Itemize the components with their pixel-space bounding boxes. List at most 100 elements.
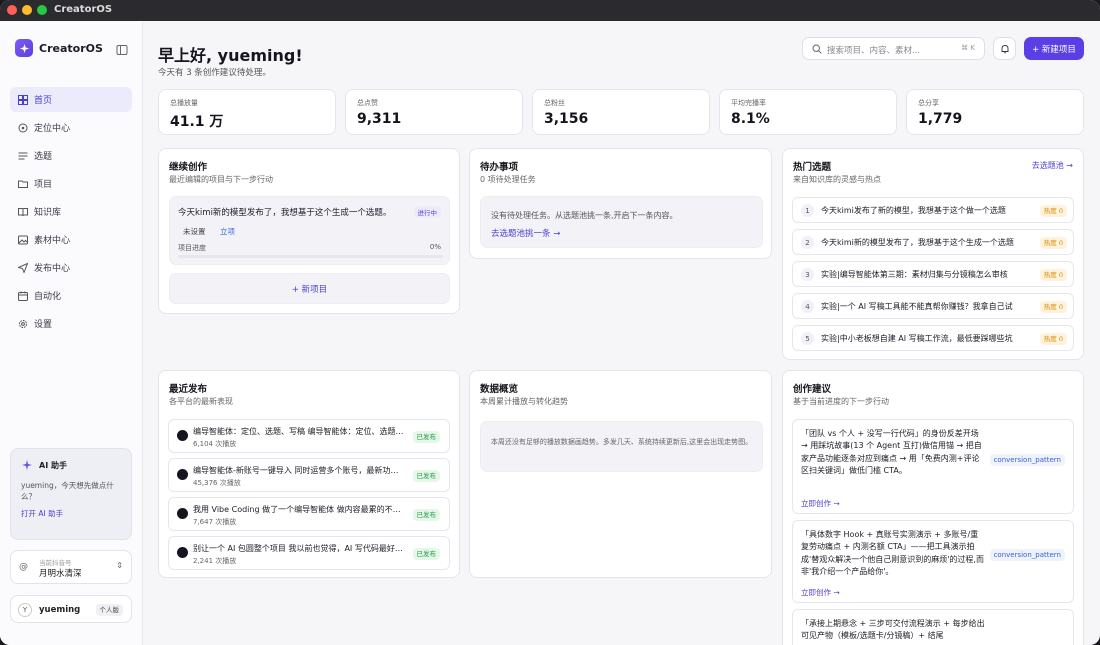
avatar: Y — [18, 603, 32, 617]
stat-card: 总粉丝 3,156 — [532, 89, 710, 135]
ai-assistant-card: AI 助手 yueming，今天想先做点什么？ 打开 AI 助手 — [10, 448, 132, 540]
list-item[interactable]: 编导智能体-新账号一键导入 同时运营多个账号，最新功能上线 45,376 次播放… — [168, 458, 450, 492]
list-item[interactable]: 别让一个 AI 包圆整个项目 我以前也觉得，AI 写代码最好一步到位 2,241… — [168, 536, 450, 570]
notifications-button[interactable] — [993, 37, 1016, 60]
stat-label: 总点赞 — [357, 99, 378, 107]
project-stage: 立项 — [220, 227, 235, 236]
nav-item-label: 设置 — [34, 320, 53, 330]
send-icon — [18, 262, 28, 273]
nav-item-publish[interactable]: 发布中心 — [10, 255, 132, 280]
rank-number: 4 — [801, 300, 814, 313]
rank-number: 3 — [801, 268, 814, 281]
stat-card: 平均完播率 8.1% — [719, 89, 897, 135]
stat-value: 3,156 — [544, 111, 589, 127]
home-icon — [18, 94, 28, 105]
stat-label: 总粉丝 — [544, 99, 565, 107]
image-icon — [18, 235, 28, 244]
sidebar: CreatorOS 首页 定位中心 选题 项目 知识库 素材中心 发布中心 自动… — [0, 21, 143, 645]
heat-badge: 热度 0 — [1039, 269, 1067, 281]
stat-value: 1,779 — [918, 111, 963, 127]
nav-item-label: 定位中心 — [34, 124, 71, 134]
new-project-button[interactable]: + 新建项目 — [1024, 37, 1084, 60]
topic-title: 实验|中小老板想自建 AI 写稿工作流，最低要踩哪些坑 — [821, 334, 1013, 343]
target-icon — [18, 123, 28, 132]
todo-empty-state: 没有待处理任务。从选题池挑一条,开启下一条内容。 去选题池挑一条 → — [480, 196, 763, 248]
list-item[interactable]: 编导智能体：定位、选题、写稿 编导智能体：定位、选题、写稿 6,104 次播放 … — [168, 419, 450, 453]
panel-title: 待办事项 — [480, 162, 519, 173]
stat-value: 9,311 — [357, 111, 402, 127]
topic-title: 今天kimi新的模型发布了，我想基于这个生成一个选题 — [821, 238, 1014, 247]
play-count: 2,241 次播放 — [193, 557, 237, 565]
nav-item-label: 自动化 — [34, 292, 62, 302]
user-card[interactable]: Y yueming 个人版 — [10, 595, 132, 623]
minimize-window-button[interactable] — [22, 5, 32, 15]
panel-subtitle: 各平台的最新表现 — [169, 397, 233, 406]
gear-icon — [19, 319, 27, 328]
heat-badge: 热度 0 — [1039, 237, 1067, 249]
play-count: 7,647 次播放 — [193, 518, 237, 526]
heat-badge: 热度 0 — [1039, 301, 1067, 313]
app-window: CreatorOS CreatorOS 首页 定位中心 选题 项目 知识库 素材… — [0, 0, 1100, 645]
maximize-window-button[interactable] — [37, 5, 47, 15]
nav-item-automation[interactable]: 自动化 — [10, 283, 132, 308]
panel-title: 创作建议 — [793, 384, 832, 395]
account-switcher[interactable]: @ 当前抖音号 月明水清深 ⇕ — [10, 550, 132, 584]
list-item[interactable]: 4 实验|一个 AI 写稿工具能不能真帮你赚钱？我拿自己试 热度 0 — [792, 293, 1074, 319]
stat-label: 总分享 — [918, 99, 939, 107]
nav-item-label: 素材中心 — [34, 236, 71, 246]
sidebar-collapse-icon[interactable] — [116, 41, 128, 55]
rank-number: 5 — [801, 332, 814, 345]
suggestion-card[interactable]: 「承接上期悬念 + 三步可交付流程演示 + 每步给出可见产物（模板/选题卡/分镜… — [792, 609, 1074, 645]
list-item[interactable]: 5 实验|中小老板想自建 AI 写稿工作流，最低要踩哪些坑 热度 0 — [792, 325, 1074, 351]
window-title: CreatorOS — [54, 4, 113, 15]
stat-label: 平均完播率 — [731, 99, 766, 107]
create-now-link[interactable]: 立即创作 → — [801, 587, 840, 598]
create-now-link[interactable]: 立即创作 → — [801, 498, 840, 509]
project-owner: 未设置 — [183, 227, 206, 236]
brand[interactable]: CreatorOS — [15, 39, 103, 57]
stat-card: 总分享 1,779 — [906, 89, 1084, 135]
search-input[interactable]: 搜索项目、内容、素材... ⌘ K — [802, 37, 985, 60]
suggestion-card[interactable]: 「具体数字 Hook + 真账号实测演示 + 多账号/重复劳动痛点 + 内测名额… — [792, 520, 1074, 603]
video-title: 我用 Vibe Coding 做了一个编导智能体 做内容最累的不是拍摄 — [193, 505, 405, 514]
go-topic-pool-link[interactable]: 去选题池 → — [1032, 160, 1073, 171]
panel-title: 数据概览 — [480, 384, 519, 395]
list-item[interactable]: 我用 Vibe Coding 做了一个编导智能体 做内容最累的不是拍摄 7,64… — [168, 497, 450, 531]
status-badge: 进行中 — [413, 206, 441, 218]
nav-item-home[interactable]: 首页 — [10, 87, 132, 112]
nav-item-positioning[interactable]: 定位中心 — [10, 115, 132, 140]
nav-item-topics[interactable]: 选题 — [10, 143, 132, 168]
account-name: 月明水清深 — [39, 569, 82, 579]
play-count: 6,104 次播放 — [193, 440, 237, 448]
search-icon — [812, 44, 822, 54]
play-count: 45,376 次播放 — [193, 479, 241, 487]
go-topic-pool-link[interactable]: 去选题池挑一条 → — [491, 227, 560, 239]
continue-panel: 继续创作 最近编辑的项目与下一步行动 今天kimi新的模型发布了，我想基于这个生… — [158, 148, 460, 314]
panel-subtitle: 最近编辑的项目与下一步行动 — [169, 175, 273, 184]
nav-item-projects[interactable]: 项目 — [10, 171, 132, 196]
open-ai-assistant-link[interactable]: 打开 AI 助手 — [21, 508, 121, 519]
project-card[interactable]: 今天kimi新的模型发布了，我想基于这个生成一个选题。 进行中 未设置 立项 项… — [169, 196, 450, 265]
search-shortcut: ⌘ K — [961, 44, 975, 52]
progress-bar — [178, 255, 443, 258]
suggestion-card[interactable]: 「团队 vs 个人 + 没写一行代码」的身份反差开场 → 用踩坑故事(13 个 … — [792, 419, 1074, 514]
user-name: yueming — [39, 605, 81, 615]
douyin-icon — [177, 430, 188, 441]
panel-subtitle: 本周累计播放与转化趋势 — [480, 397, 568, 406]
nav-item-assets[interactable]: 素材中心 — [10, 227, 132, 252]
douyin-icon — [177, 547, 188, 558]
close-window-button[interactable] — [7, 5, 17, 15]
plan-badge: 个人版 — [95, 604, 123, 616]
topic-title: 实验|编导智能体第三期：素材归集与分镜稿怎么审核 — [821, 270, 1008, 279]
list-item[interactable]: 2 今天kimi新的模型发布了，我想基于这个生成一个选题 热度 0 — [792, 229, 1074, 255]
heat-badge: 热度 0 — [1039, 333, 1067, 345]
add-project-button[interactable]: + 新项目 — [169, 273, 450, 304]
hot-topics-panel: 热门选题 来自知识库的灵感与热点 去选题池 → 1 今天kimi发布了新的模型，… — [782, 148, 1084, 360]
list-item[interactable]: 1 今天kimi发布了新的模型，我想基于这个做一个选题 热度 0 — [792, 197, 1074, 223]
recent-publish-panel: 最近发布 各平台的最新表现 编导智能体：定位、选题、写稿 编导智能体：定位、选题… — [158, 370, 460, 578]
topic-title: 今天kimi发布了新的模型，我想基于这个做一个选题 — [821, 206, 1006, 215]
list-item[interactable]: 3 实验|编导智能体第三期：素材归集与分镜稿怎么审核 热度 0 — [792, 261, 1074, 287]
nav-item-settings[interactable]: 设置 — [10, 311, 132, 336]
nav-item-knowledge[interactable]: 知识库 — [10, 199, 132, 224]
status-badge: 已发布 — [412, 548, 440, 560]
